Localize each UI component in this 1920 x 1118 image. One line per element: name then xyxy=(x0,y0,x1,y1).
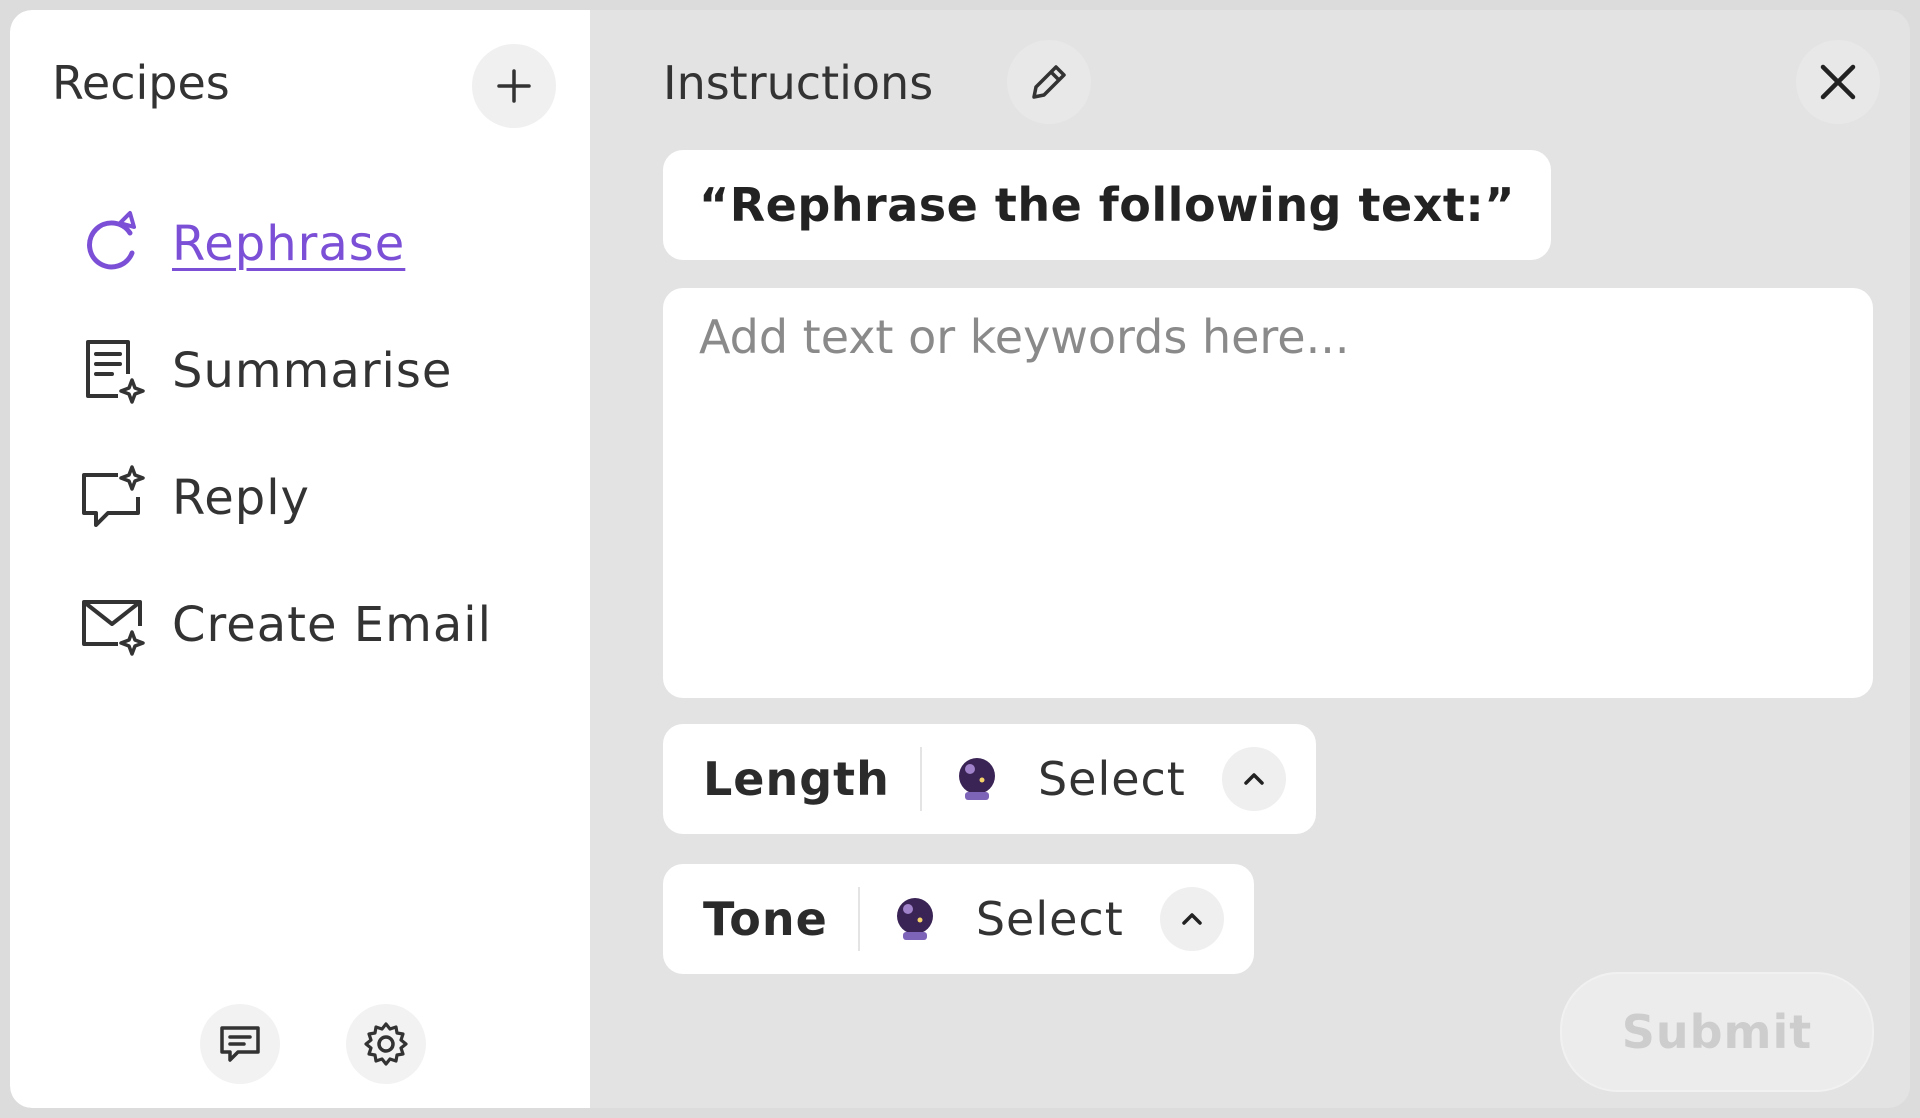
edit-instructions-button[interactable] xyxy=(1007,40,1091,124)
settings-button[interactable] xyxy=(346,1004,426,1084)
instruction-prompt: “Rephrase the following text:” xyxy=(663,150,1551,260)
recipes-window: Recipes Rephrase Summarise Reply Create … xyxy=(10,10,1910,1108)
keywords-input[interactable]: Add text or keywords here... xyxy=(663,288,1873,698)
plus-icon xyxy=(497,69,531,103)
submit-button[interactable]: Submit xyxy=(1560,972,1874,1092)
chevron-up-icon xyxy=(1244,773,1264,785)
add-recipe-button[interactable] xyxy=(472,44,556,128)
gear-icon xyxy=(364,1022,408,1066)
tone-option: Tone Select xyxy=(663,864,1254,974)
close-icon xyxy=(1820,64,1856,100)
panel-title: Instructions xyxy=(663,56,934,110)
length-select-value[interactable]: Select xyxy=(1038,752,1186,806)
create-email-icon xyxy=(78,590,148,660)
summarise-icon xyxy=(78,336,148,406)
crystal-ball-icon xyxy=(952,754,1002,804)
sidebar-item-rephrase[interactable]: Rephrase xyxy=(78,180,492,307)
sidebar-item-summarise[interactable]: Summarise xyxy=(78,307,492,434)
chevron-up-icon xyxy=(1182,913,1202,925)
sidebar-footer xyxy=(200,1004,426,1084)
tone-label: Tone xyxy=(703,892,828,946)
sidebar-item-label: Create Email xyxy=(172,596,492,653)
recipes-list: Rephrase Summarise Reply Create Email xyxy=(78,180,492,688)
length-label: Length xyxy=(703,752,890,806)
close-button[interactable] xyxy=(1796,40,1880,124)
sidebar-item-label: Reply xyxy=(172,469,310,526)
feedback-button[interactable] xyxy=(200,1004,280,1084)
length-option: Length Select xyxy=(663,724,1316,834)
divider xyxy=(919,747,922,811)
sidebar-title: Recipes xyxy=(52,56,230,110)
tone-select-value[interactable]: Select xyxy=(976,892,1124,946)
instructions-panel: Instructions “Rephrase the following tex… xyxy=(590,10,1910,1108)
recipes-sidebar: Recipes Rephrase Summarise Reply Create … xyxy=(10,10,590,1108)
pencil-icon xyxy=(1032,65,1066,99)
tone-toggle-button[interactable] xyxy=(1159,887,1224,951)
divider xyxy=(857,887,860,951)
crystal-ball-icon xyxy=(890,894,940,944)
feedback-icon xyxy=(220,1026,260,1062)
sidebar-item-label: Rephrase xyxy=(172,215,406,272)
length-toggle-button[interactable] xyxy=(1221,747,1286,811)
reply-icon xyxy=(78,463,148,533)
sidebar-item-label: Summarise xyxy=(172,342,453,399)
sidebar-item-reply[interactable]: Reply xyxy=(78,434,492,561)
sidebar-item-create-email[interactable]: Create Email xyxy=(78,561,492,688)
rephrase-icon xyxy=(78,209,148,279)
